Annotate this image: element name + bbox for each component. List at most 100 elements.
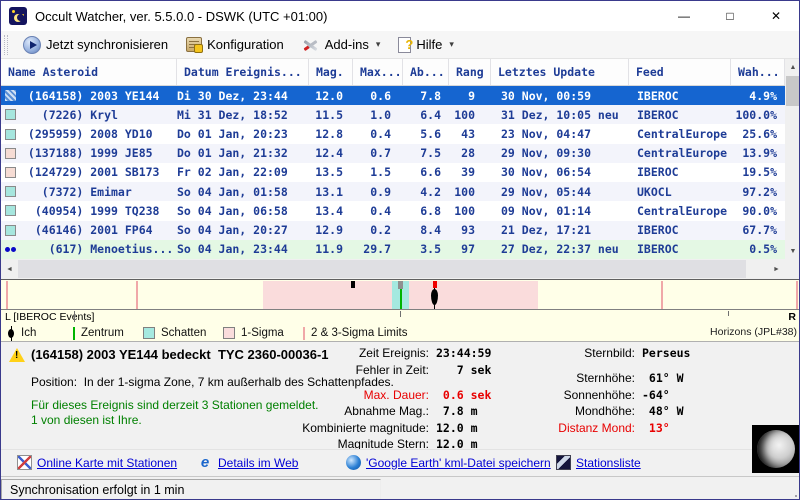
event-date: Mi 31 Dez, 18:52	[177, 107, 288, 122]
last-update: 09 Nov, 01:14	[501, 203, 592, 218]
close-button[interactable]: ✕	[753, 1, 799, 31]
window-title: Occult Watcher, ver. 5.5.0.0 - DSWK (UTC…	[35, 8, 328, 24]
kml-save-label: 'Google Earth' kml-Datei speichern	[366, 455, 551, 470]
warning-glyph: !	[15, 350, 19, 361]
app-icon	[9, 7, 27, 25]
station-list-link[interactable]: Stationsliste	[556, 455, 641, 470]
last-update: 21 Dez, 17:21	[501, 223, 592, 238]
mag-drop: 7.5	[420, 146, 441, 161]
asteroid-name: (7226) Kryl	[21, 107, 118, 122]
kml-save-link[interactable]: 'Google Earth' kml-Datei speichern	[346, 455, 551, 470]
web-details-link[interactable]: e Details im Web	[197, 455, 299, 471]
event-type-icon	[5, 109, 16, 121]
minimize-button[interactable]: —	[661, 1, 707, 31]
sigma-limit-line	[661, 281, 663, 309]
table-row[interactable]: (40954) 1999 TQ238 So 04 Jan, 06:58 13.4…	[1, 201, 785, 221]
sync-now-button[interactable]: Jetzt synchronisieren	[14, 32, 177, 58]
field-value: 7.8 m	[436, 404, 478, 418]
feed: CentralEurope	[637, 127, 728, 142]
column-header-name[interactable]: Name Asteroid	[1, 59, 177, 85]
sync-status-text: Synchronisation erfolgt in 1 min	[1, 479, 381, 499]
links-bar: Online Karte mit Stationen e Details im …	[1, 449, 799, 476]
legend-item-schatten: Schatten	[143, 323, 206, 343]
mag-drop: 8.4	[420, 223, 441, 238]
column-header-ab[interactable]: Ab...	[403, 59, 449, 85]
legend-label: Zentrum	[81, 327, 124, 339]
table-row[interactable]: (124729) 2001 SB173 Fr 02 Jan, 22:09 13.…	[1, 162, 785, 183]
last-update: 30 Nov, 06:54	[501, 165, 592, 180]
resize-grip-icon[interactable]	[795, 495, 797, 497]
help-icon: ?	[398, 36, 414, 53]
max-duration: 1.5	[370, 165, 391, 180]
last-update: 29 Nov, 05:44	[501, 184, 592, 199]
question-glyph: ?	[405, 36, 414, 52]
table-header: Name Asteroid Datum Ereignis... Mag. Max…	[1, 59, 785, 86]
feed: IBEROC	[637, 165, 679, 180]
map-icon	[17, 455, 32, 470]
toolbar-grip[interactable]	[4, 34, 8, 55]
configuration-icon	[186, 37, 204, 53]
tools-icon	[302, 37, 320, 53]
table-row[interactable]: (617) Menoetius... So 04 Jan, 23:44 11.9…	[1, 239, 785, 259]
field-label: Sonnenhöhe:	[563, 387, 635, 402]
event-fields-right: Sternbild: Perseus Sternhöhe: 61° W Sonne…	[535, 346, 765, 437]
column-header-wahr[interactable]: Wah...	[731, 59, 785, 85]
magnitude: 11.9	[315, 242, 343, 257]
scroll-up-icon[interactable]: ▲	[785, 59, 799, 75]
probability: 25.6%	[742, 127, 777, 142]
moon-phase-image	[752, 425, 799, 473]
table-row[interactable]: (7372) Emimar So 04 Jan, 01:58 13.1 0.9 …	[1, 182, 785, 202]
table-row[interactable]: (295959) 2008 YD10 Do 01 Jan, 20:23 12.8…	[1, 124, 785, 144]
column-header-mag[interactable]: Mag.	[309, 59, 353, 85]
addins-menu-button[interactable]: Add-ins ▾	[293, 32, 390, 58]
configuration-label: Konfiguration	[207, 37, 284, 52]
green-line-icon	[73, 326, 75, 340]
event-type-icon	[5, 166, 16, 178]
table-row[interactable]: (164158) 2003 YE144 Di 30 Dez, 23:44 12.…	[1, 86, 785, 106]
max-duration: 0.2	[370, 223, 391, 238]
scale-right-label: R	[788, 311, 796, 323]
marker-bob	[431, 289, 438, 305]
chevron-down-icon: ▾	[375, 39, 381, 49]
timeline-chart[interactable]	[1, 281, 799, 310]
column-header-max[interactable]: Max...	[353, 59, 403, 85]
scale-tick	[74, 311, 75, 322]
help-menu-button[interactable]: ? Hilfe ▾	[389, 32, 463, 58]
feed: IBEROC	[637, 223, 679, 238]
column-header-feed[interactable]: Feed	[629, 59, 731, 85]
column-header-datum[interactable]: Datum Ereignis...	[177, 59, 309, 85]
field-label: Sternhöhe:	[576, 371, 635, 385]
rank: 100	[454, 184, 475, 199]
field-label: Mondhöhe:	[574, 404, 635, 418]
table-body: (164158) 2003 YE144 Di 30 Dez, 23:44 12.…	[1, 86, 785, 259]
rank: 100	[454, 107, 475, 122]
scroll-right-icon[interactable]: ►	[768, 259, 785, 279]
probability: 100.0%	[735, 107, 777, 122]
max-duration: 0.4	[370, 203, 391, 218]
column-header-update[interactable]: Letztes Update	[491, 59, 629, 85]
magnitude: 13.4	[315, 203, 343, 218]
field-label: Distanz Mond:	[558, 420, 635, 435]
configuration-button[interactable]: Konfiguration	[177, 32, 293, 58]
horizontal-scroll-thumb[interactable]	[18, 260, 746, 278]
probability: 67.7%	[742, 223, 777, 238]
scroll-left-icon[interactable]: ◄	[1, 259, 18, 279]
table-row[interactable]: (137188) 1999 JE85 Do 01 Jan, 21:32 12.4…	[1, 143, 785, 163]
station-list-label: Stationsliste	[576, 455, 641, 470]
maximize-button[interactable]: □	[707, 1, 753, 31]
horizontal-scrollbar[interactable]: ◄ ►	[1, 259, 785, 279]
scale-tick	[400, 311, 401, 317]
marker-cap	[432, 281, 437, 288]
sigma-limit-line	[6, 281, 8, 309]
max-duration: 29.7	[363, 242, 391, 257]
vertical-scroll-thumb[interactable]	[786, 76, 799, 106]
table-row[interactable]: (7226) Kryl Mi 31 Dez, 18:52 11.5 1.0 6.…	[1, 105, 785, 125]
asteroid-name: (40954) 1999 TQ238	[21, 203, 160, 218]
online-map-link[interactable]: Online Karte mit Stationen	[17, 455, 177, 470]
vertical-scrollbar[interactable]: ▲ ▼	[785, 59, 799, 259]
table-row[interactable]: (46146) 2001 FP64 So 04 Jan, 20:27 12.9 …	[1, 220, 785, 240]
magnitude: 12.9	[315, 223, 343, 238]
scroll-down-icon[interactable]: ▼	[785, 243, 799, 259]
column-header-rang[interactable]: Rang	[449, 59, 491, 85]
pink-box-icon	[223, 327, 235, 339]
